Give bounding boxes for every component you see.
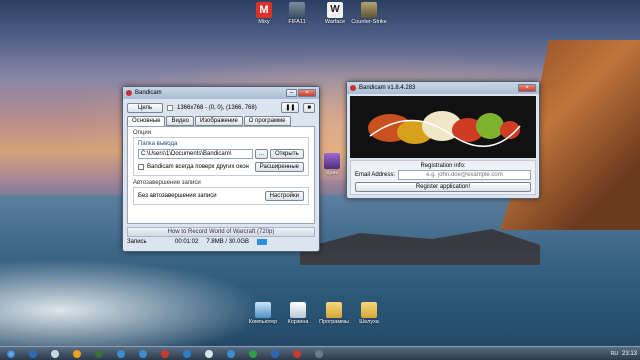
counter-strike-icon — [361, 2, 377, 18]
pause-button[interactable]: ❚❚ — [281, 102, 300, 113]
tab-video[interactable]: Видео — [166, 116, 194, 126]
status-bar: Запись 00:01:02 7.8MB / 30.0GB — [123, 237, 319, 247]
app-icon — [51, 349, 59, 358]
fifa-icon — [289, 2, 305, 18]
target-button[interactable]: Цель — [127, 102, 163, 113]
status-progress — [257, 239, 268, 245]
app-icon — [315, 349, 323, 358]
ad-banner[interactable]: How to Record World of Warcraft (720p) — [127, 227, 315, 237]
taskbar-item[interactable] — [178, 348, 196, 360]
app-icon — [29, 349, 37, 358]
app-icon — [249, 349, 257, 358]
tab-about[interactable]: О программе — [243, 116, 291, 126]
taskbar-item[interactable] — [24, 348, 42, 360]
topmost-label: Bandicam всегда поверх других окон — [147, 164, 249, 170]
bandicam-titlebar[interactable]: Bandicam – × — [123, 87, 319, 99]
status-label: Запись — [127, 239, 147, 245]
register-window: Bandicam v1.8.4.283 × Registration info:… — [346, 81, 540, 199]
taskbar-items — [22, 348, 611, 360]
taskbar-item[interactable] — [68, 348, 86, 360]
taskbar-item[interactable] — [134, 348, 152, 360]
register-banner — [350, 96, 536, 158]
app-icon — [227, 349, 235, 358]
taskbar-item[interactable] — [46, 348, 64, 360]
output-path-field[interactable]: C:\Users\1\Documents\Bandicam\ — [138, 149, 253, 159]
options-group-title: Опции — [133, 130, 152, 136]
folder-icon — [326, 302, 342, 318]
autostop-settings-button[interactable]: Настройки — [264, 191, 304, 201]
mixy-icon: M — [256, 2, 272, 18]
surf — [0, 250, 300, 350]
taskbar: RU 23:13 — [0, 346, 640, 360]
app-icon — [205, 349, 213, 358]
register-window-title: Bandicam v1.8.4.283 — [359, 85, 416, 91]
autostop-group: Без автозавершения записи Настройки — [133, 187, 309, 205]
windows-logo-icon — [7, 349, 15, 358]
stop-button[interactable]: ■ — [303, 102, 315, 113]
bandicam-window: Bandicam – × Цель 1366x768 - (0, 0), (13… — [122, 86, 320, 252]
taskbar-item[interactable] — [90, 348, 108, 360]
status-time: 00:01:02 — [175, 239, 199, 245]
app-icon — [73, 349, 81, 358]
autostop-value: Без автозавершения записи — [138, 193, 217, 199]
tab-strip: Основные Видео Изображение О программе — [123, 116, 319, 126]
autostop-group-title: Автозавершение записи — [133, 180, 201, 186]
language-indicator[interactable]: RU — [611, 351, 618, 357]
desktop-icon-kryak[interactable]: Кряк — [315, 153, 349, 176]
taskbar-item[interactable] — [244, 348, 262, 360]
register-info-label: Registration info: — [420, 163, 466, 169]
email-label: Email Address: — [355, 172, 396, 178]
taskbar-item[interactable] — [310, 348, 328, 360]
app-icon — [161, 349, 169, 358]
app-icon — [95, 349, 103, 358]
desktop-icon-sheluha[interactable]: Шелуха — [344, 302, 394, 325]
clock[interactable]: 23:13 — [622, 351, 637, 357]
tab-basic[interactable]: Основные — [127, 116, 166, 126]
topmost-row: Bandicam всегда поверх других окон Расши… — [138, 162, 304, 172]
app-icon — [293, 349, 301, 358]
app-icon — [183, 349, 191, 358]
taskbar-item[interactable] — [222, 348, 240, 360]
recycle-bin-icon — [290, 302, 306, 318]
app-icon — [139, 349, 147, 358]
register-form: Registration info: Email Address: Regist… — [350, 160, 536, 195]
warface-icon: W — [327, 2, 343, 18]
email-input[interactable] — [398, 170, 531, 180]
computer-icon — [255, 302, 271, 318]
taskbar-item[interactable] — [288, 348, 306, 360]
email-row: Email Address: — [355, 170, 531, 180]
window-icon — [167, 104, 173, 111]
desktop-icon-counter-strike[interactable]: Counter-Strike — [344, 2, 394, 25]
resolution-text: 1366x768 - (0, 0), (1366, 768) — [177, 104, 257, 111]
taskbar-item[interactable] — [112, 348, 130, 360]
topmost-checkbox[interactable] — [138, 164, 144, 170]
tab-panel: Опции Папка вывода C:\Users\1\Documents\… — [127, 126, 315, 224]
output-row: C:\Users\1\Documents\Bandicam\ ... Откры… — [138, 149, 304, 159]
close-button[interactable]: × — [298, 89, 316, 97]
target-toolbar: Цель 1366x768 - (0, 0), (1366, 768) ❚❚ ■ — [123, 99, 319, 116]
tab-image[interactable]: Изображение — [195, 116, 243, 126]
status-size: 7.8MB / 30.0GB — [206, 239, 250, 245]
taskbar-item[interactable] — [200, 348, 218, 360]
taskbar-item[interactable] — [156, 348, 174, 360]
register-close-button[interactable]: × — [518, 84, 536, 92]
register-button[interactable]: Register application! — [355, 182, 531, 192]
open-folder-button[interactable]: Открыть — [270, 149, 304, 159]
winrar-icon — [324, 153, 340, 169]
advanced-button[interactable]: Расширенные — [254, 162, 304, 172]
register-titlebar[interactable]: Bandicam v1.8.4.283 × — [347, 82, 539, 94]
browse-button[interactable]: ... — [255, 149, 269, 159]
options-group: Папка вывода C:\Users\1\Documents\Bandic… — [133, 137, 309, 176]
folder-icon — [361, 302, 377, 318]
app-icon — [117, 349, 125, 358]
minimize-button[interactable]: – — [286, 89, 297, 97]
bandicam-logo-icon — [350, 85, 356, 91]
app-icon — [271, 349, 279, 358]
start-button[interactable] — [2, 348, 20, 360]
bandicam-logo-icon — [126, 90, 132, 96]
output-folder-label: Папка вывода — [138, 141, 178, 147]
taskbar-item[interactable] — [266, 348, 284, 360]
window-title: Bandicam — [135, 90, 162, 96]
graffiti-logo — [368, 111, 521, 147]
